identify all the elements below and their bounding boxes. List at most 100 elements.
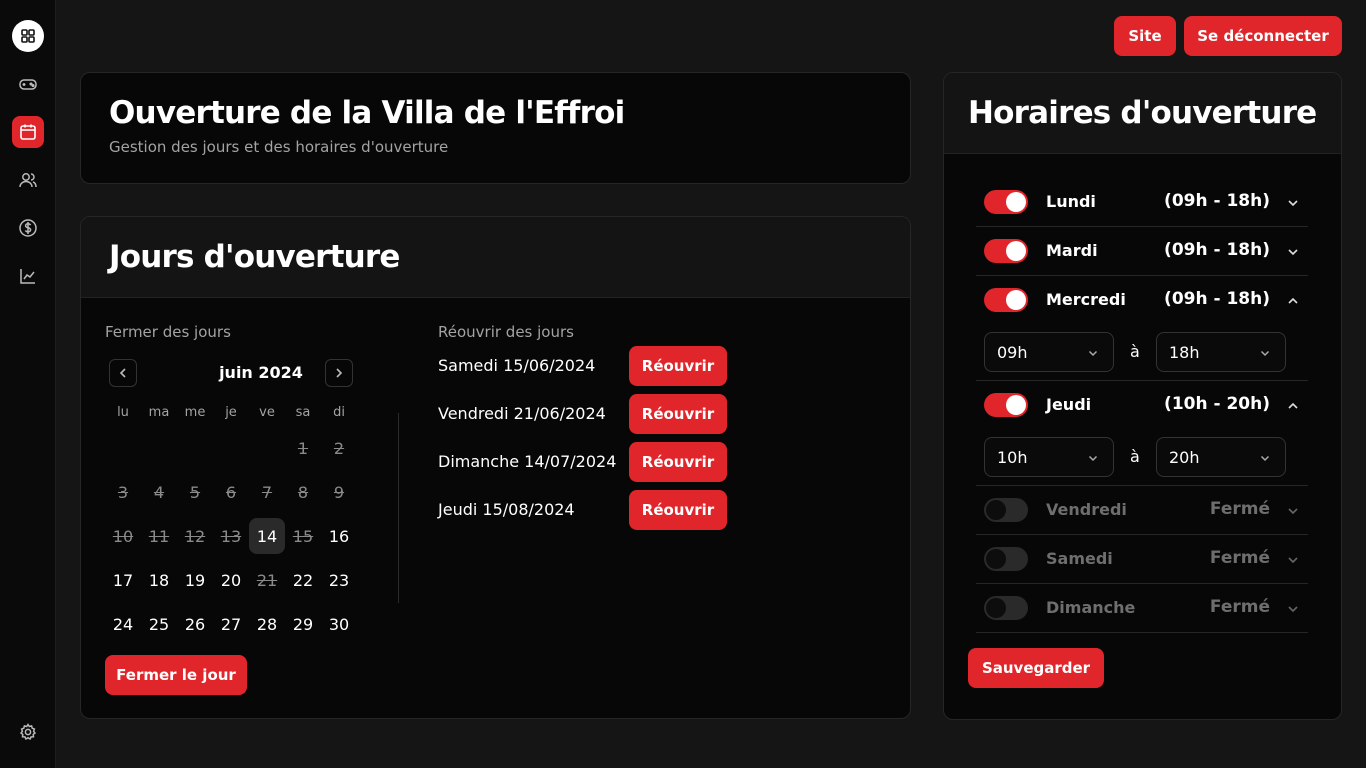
calendar-day[interactable]: 24: [105, 606, 141, 642]
calendar-day[interactable]: 3: [105, 474, 141, 510]
calendar-day[interactable]: 23: [321, 562, 357, 598]
dashboard-icon[interactable]: [12, 20, 44, 52]
time-separator: à: [1130, 342, 1140, 361]
day-toggle[interactable]: [984, 288, 1028, 312]
prev-month-button[interactable]: [109, 359, 137, 387]
weekday-label: lu: [117, 405, 129, 420]
chevron-up-icon[interactable]: [1286, 398, 1300, 412]
reopen-button[interactable]: Réouvrir: [629, 442, 727, 482]
days-card-title: Jours d'ouverture: [109, 239, 400, 275]
calendar-day[interactable]: 7: [249, 474, 285, 510]
hours-row-jeudi: Jeudi (10h - 20h) 10h à 20h: [976, 381, 1308, 486]
close-day-button[interactable]: Fermer le jour: [105, 655, 247, 695]
hours-row-dimanche: Dimanche Fermé: [976, 584, 1308, 633]
calendar-day[interactable]: 18: [141, 562, 177, 598]
toggle-knob: [986, 500, 1006, 520]
reopen-date: Samedi 15/06/2024: [438, 356, 596, 375]
site-button[interactable]: Site: [1114, 16, 1176, 56]
calendar-day[interactable]: 22: [285, 562, 321, 598]
day-toggle[interactable]: [984, 498, 1028, 522]
day-toggle[interactable]: [984, 239, 1028, 263]
calendar-day[interactable]: 25: [141, 606, 177, 642]
open-time-select[interactable]: 09h: [984, 332, 1114, 372]
toggle-knob: [1006, 192, 1026, 212]
chevron-down-icon[interactable]: [1286, 552, 1300, 566]
weekday-label: ve: [259, 405, 275, 420]
chevron-up-icon[interactable]: [1286, 293, 1300, 307]
days-card-header: Jours d'ouverture: [81, 217, 910, 298]
calendar-day[interactable]: 2: [321, 430, 357, 466]
page-title: Ouverture de la Villa de l'Effroi: [109, 95, 625, 131]
calendar-day[interactable]: 14: [249, 518, 285, 554]
close-time-select[interactable]: 20h: [1156, 437, 1286, 477]
day-hours: (09h - 18h): [1164, 191, 1270, 211]
calendar-day[interactable]: 28: [249, 606, 285, 642]
gamepad-icon[interactable]: [12, 68, 44, 100]
reopen-date: Jeudi 15/08/2024: [438, 500, 575, 519]
calendar-day[interactable]: 29: [285, 606, 321, 642]
logout-button[interactable]: Se déconnecter: [1184, 16, 1342, 56]
settings-icon[interactable]: [12, 716, 44, 748]
weekday-label: ma: [148, 405, 170, 420]
sidebar: [0, 0, 56, 768]
calendar-day[interactable]: 9: [321, 474, 357, 510]
calendar-day[interactable]: 21: [249, 562, 285, 598]
day-name: Dimanche: [1046, 598, 1136, 617]
calendar-day[interactable]: 20: [213, 562, 249, 598]
calendar-day[interactable]: 30: [321, 606, 357, 642]
dollar-icon[interactable]: [12, 212, 44, 244]
chevron-down-icon[interactable]: [1286, 244, 1300, 258]
calendar-day[interactable]: 17: [105, 562, 141, 598]
calendar-day[interactable]: 26: [177, 606, 213, 642]
chevron-down-icon[interactable]: [1286, 503, 1300, 517]
toggle-knob: [1006, 290, 1026, 310]
hours-card-title: Horaires d'ouverture: [968, 95, 1317, 131]
chevron-left-icon: [119, 368, 126, 378]
calendar-day[interactable]: 19: [177, 562, 213, 598]
hours-row-mardi: Mardi (09h - 18h): [976, 227, 1308, 276]
select-value: 09h: [997, 343, 1028, 362]
hours-card-header: Horaires d'ouverture: [944, 73, 1341, 154]
calendar-day[interactable]: 6: [213, 474, 249, 510]
reopen-button[interactable]: Réouvrir: [629, 394, 727, 434]
calendar-day[interactable]: 11: [141, 518, 177, 554]
chevron-down-icon[interactable]: [1286, 195, 1300, 209]
hours-row-lundi: Lundi (09h - 18h): [976, 178, 1308, 227]
header-card: Ouverture de la Villa de l'Effroi Gestio…: [80, 72, 911, 184]
weekday-label: me: [184, 405, 206, 420]
day-hours: Fermé: [1209, 548, 1270, 568]
calendar-day[interactable]: 1: [285, 430, 321, 466]
calendar-day[interactable]: 13: [213, 518, 249, 554]
divider: [398, 413, 399, 603]
toggle-knob: [1006, 395, 1026, 415]
day-name: Mardi: [1046, 241, 1098, 260]
chart-icon[interactable]: [12, 260, 44, 292]
calendar-day[interactable]: 16: [321, 518, 357, 554]
close-time-select[interactable]: 18h: [1156, 332, 1286, 372]
toggle-knob: [986, 549, 1006, 569]
users-icon[interactable]: [12, 164, 44, 196]
calendar-day[interactable]: 12: [177, 518, 213, 554]
calendar-day[interactable]: 8: [285, 474, 321, 510]
calendar-day[interactable]: 10: [105, 518, 141, 554]
weekday-label: di: [333, 405, 345, 420]
open-time-select[interactable]: 10h: [984, 437, 1114, 477]
close-days-label: Fermer des jours: [105, 323, 231, 341]
calendar-day[interactable]: 5: [177, 474, 213, 510]
days-card: Jours d'ouverture Fermer des jours juin …: [80, 216, 911, 719]
reopen-button[interactable]: Réouvrir: [629, 490, 727, 530]
calendar-day[interactable]: 15: [285, 518, 321, 554]
calendar-icon[interactable]: [12, 116, 44, 148]
save-button[interactable]: Sauvegarder: [968, 648, 1104, 688]
day-toggle[interactable]: [984, 190, 1028, 214]
calendar-day[interactable]: 27: [213, 606, 249, 642]
day-toggle[interactable]: [984, 393, 1028, 417]
chevron-down-icon[interactable]: [1286, 601, 1300, 615]
select-value: 10h: [997, 448, 1028, 467]
day-toggle[interactable]: [984, 596, 1028, 620]
next-month-button[interactable]: [325, 359, 353, 387]
calendar-day[interactable]: 4: [141, 474, 177, 510]
reopen-button[interactable]: Réouvrir: [629, 346, 727, 386]
day-hours: (09h - 18h): [1164, 289, 1270, 309]
day-toggle[interactable]: [984, 547, 1028, 571]
